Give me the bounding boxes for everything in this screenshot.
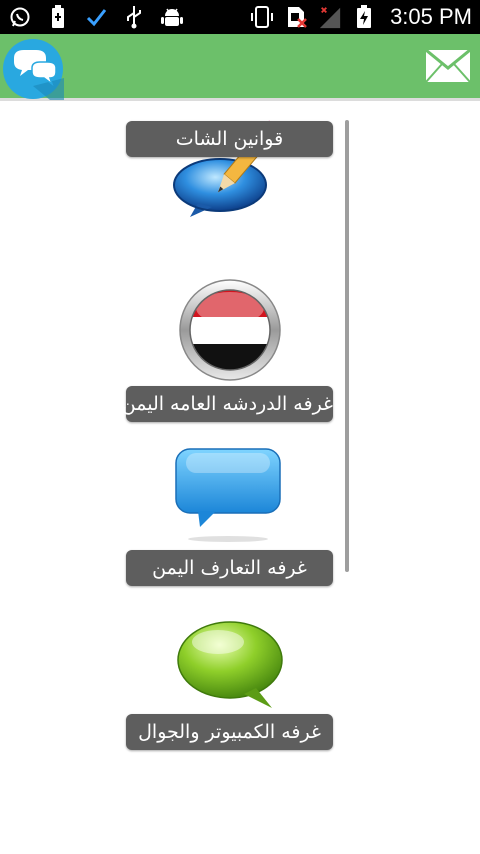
signal-icon	[318, 5, 342, 29]
check-icon	[84, 5, 108, 29]
chat-bubbles-icon[interactable]	[2, 38, 64, 100]
menu-label-chat-rules[interactable]: قوانين الشات	[126, 121, 333, 157]
green-chat-bubble-icon[interactable]	[168, 612, 292, 716]
whatsapp-icon	[8, 5, 32, 29]
menu-label-yemen-public-chat[interactable]: غرفه الدردشه العامه اليمن	[122, 386, 333, 422]
menu-label-computer-mobile-room[interactable]: غرفه الكمبيوتر والجوال	[126, 714, 333, 750]
battery-saver-icon	[46, 5, 70, 29]
usb-icon	[122, 5, 146, 29]
vibrate-icon	[250, 5, 274, 29]
battery-charging-icon	[352, 5, 376, 29]
blue-chat-bubble-icon[interactable]	[168, 443, 292, 547]
app-bar	[0, 34, 480, 101]
mail-icon[interactable]	[425, 48, 471, 83]
status-bar: 3:05 PM	[0, 0, 480, 34]
scrollbar[interactable]	[345, 120, 349, 572]
sim-error-icon	[284, 5, 308, 29]
yemen-flag-icon[interactable]	[168, 278, 292, 382]
status-time: 3:05 PM	[390, 4, 472, 29]
android-debug-icon	[160, 5, 184, 29]
menu-label-yemen-meet-room[interactable]: غرفه التعارف اليمن	[126, 550, 333, 586]
